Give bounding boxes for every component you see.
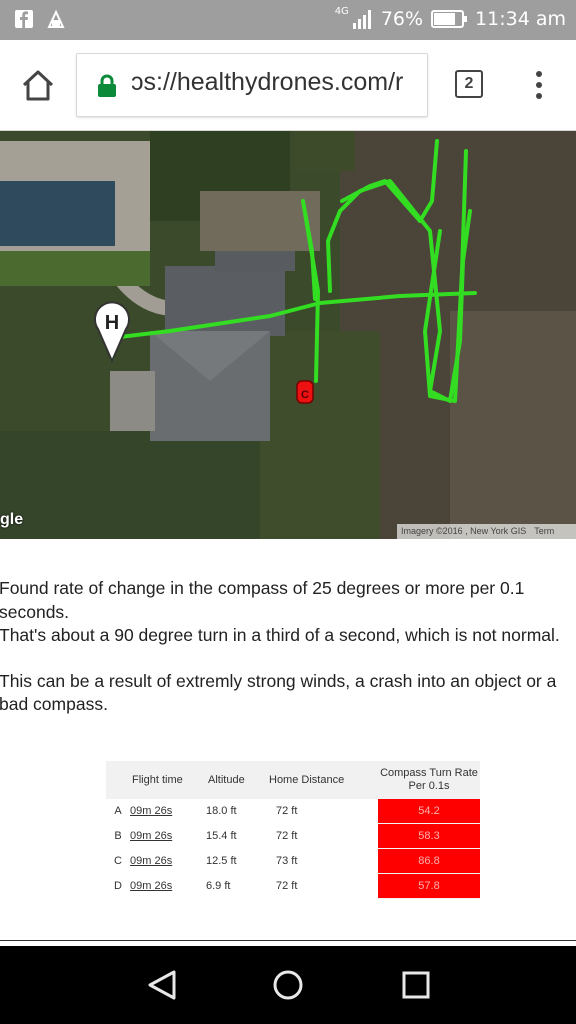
- system-status: 4G 76% 11:34 am: [334, 5, 566, 31]
- home-marker-label: H: [105, 312, 119, 334]
- row-id: B: [106, 823, 130, 849]
- network-type: 4G: [334, 5, 349, 17]
- compass-rate-cell: 86.8: [378, 848, 480, 874]
- lock-icon: [98, 74, 116, 97]
- browser-toolbar: ɔs://healthydrones.com/r 2: [0, 40, 576, 131]
- system-nav-bar: [0, 946, 576, 1024]
- alert-message: Found rate of change in the compass of 2…: [0, 577, 576, 717]
- flight-time-link[interactable]: 09m 26s: [130, 830, 172, 842]
- compass-marker-label: C: [301, 389, 309, 401]
- home-distance-cell: 72 ft: [266, 799, 378, 824]
- altitude-cell: 6.9 ft: [206, 873, 266, 899]
- home-circle-icon[interactable]: [271, 968, 305, 1002]
- imagery-credit: Imagery ©2016 , New York GIS: [401, 526, 527, 536]
- message-paragraph-2: This can be a result of extremly strong …: [0, 670, 576, 717]
- header-home-distance: Home Distance: [266, 761, 378, 799]
- tab-switcher-button[interactable]: 2: [455, 70, 483, 98]
- row-id: C: [106, 848, 130, 874]
- home-marker-icon[interactable]: H: [93, 299, 131, 363]
- flight-time-link[interactable]: 09m 26s: [130, 805, 172, 817]
- terms-link[interactable]: Term: [534, 526, 554, 536]
- table-row: A 09m 26s 18.0 ft 72 ft 54.2: [106, 799, 480, 824]
- row-id: D: [106, 873, 130, 899]
- altitude-cell: 15.4 ft: [206, 823, 266, 849]
- map-attribution: Imagery ©2016 , New York GIS Term: [397, 524, 576, 539]
- battery-percent: 76%: [380, 8, 424, 30]
- compass-rate-cell: 54.2: [378, 799, 480, 824]
- row-id: A: [106, 799, 130, 824]
- flight-map[interactable]: H C gle Imagery ©2016 , New York GIS Term: [0, 131, 576, 539]
- table-row: C 09m 26s 12.5 ft 73 ft 86.8: [106, 848, 480, 874]
- status-bar: 4G 76% 11:34 am: [0, 0, 576, 40]
- flight-time-link[interactable]: 09m 26s: [130, 880, 172, 892]
- altitude-cell: 12.5 ft: [206, 848, 266, 874]
- altitude-cell: 18.0 ft: [206, 799, 266, 824]
- flight-time-link[interactable]: 09m 26s: [130, 855, 172, 867]
- header-altitude: Altitude: [206, 761, 266, 799]
- alarm-icon: [47, 9, 65, 28]
- battery-icon: [431, 10, 468, 28]
- table-row: D 09m 26s 6.9 ft 72 ft 57.8: [106, 873, 480, 899]
- compass-marker-icon[interactable]: C: [296, 380, 314, 404]
- home-distance-cell: 73 ft: [266, 848, 378, 874]
- header-compass-rate: Compass Turn Rate Per 0.1s: [378, 761, 480, 799]
- message-line-3: This can be a result of extremly strong …: [0, 670, 557, 715]
- compass-rate-cell: 58.3: [378, 823, 480, 849]
- section-divider: [0, 940, 576, 941]
- message-line-1: Found rate of change in the compass of 2…: [0, 578, 525, 622]
- table-row: B 09m 26s 15.4 ft 72 ft 58.3: [106, 823, 480, 849]
- url-text[interactable]: ɔs://healthydrones.com/r: [131, 68, 403, 97]
- back-icon[interactable]: [145, 968, 179, 1002]
- header-flight-time: Flight time: [130, 761, 206, 799]
- home-icon[interactable]: [20, 68, 56, 104]
- compass-events-table: Flight time Altitude Home Distance Compa…: [106, 761, 480, 899]
- message-line-2: That's about a 90 degree turn in a third…: [0, 625, 560, 645]
- menu-icon[interactable]: [528, 68, 550, 102]
- table-header-row: Flight time Altitude Home Distance Compa…: [106, 761, 480, 799]
- recents-icon[interactable]: [399, 968, 433, 1002]
- address-bar[interactable]: ɔs://healthydrones.com/r: [76, 53, 428, 117]
- clock: 11:34 am: [475, 8, 566, 30]
- facebook-icon: [15, 10, 33, 28]
- signal-icon: [352, 10, 371, 29]
- home-distance-cell: 72 ft: [266, 873, 378, 899]
- map-logo: gle: [0, 511, 24, 528]
- compass-rate-cell: 57.8: [378, 873, 480, 899]
- home-distance-cell: 72 ft: [266, 823, 378, 849]
- notification-icons: [14, 9, 66, 29]
- header-id: [106, 761, 130, 799]
- satellite-imagery: [0, 131, 576, 539]
- message-paragraph: Found rate of change in the compass of 2…: [0, 577, 576, 648]
